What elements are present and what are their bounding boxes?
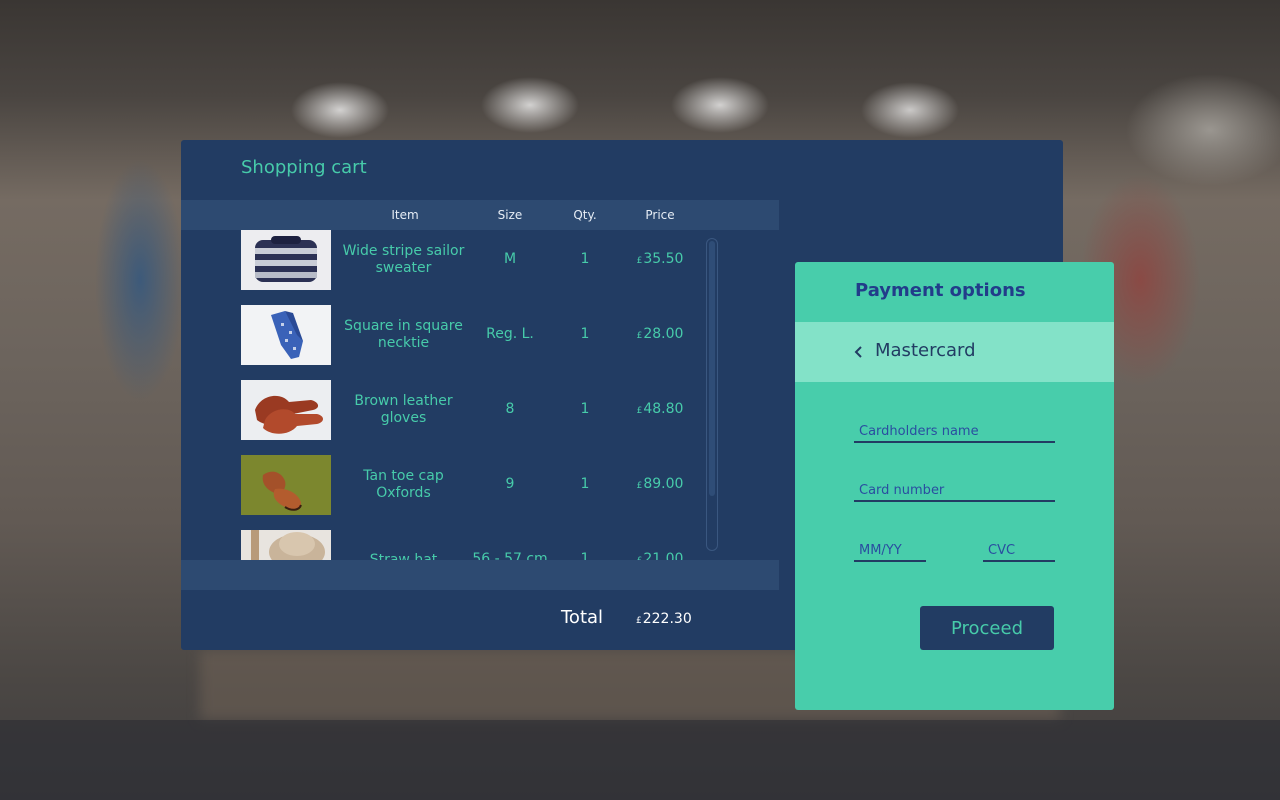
table-row[interactable]: Tan toe cap Oxfords 9 1 £89.00 [181,455,779,515]
item-size: 56 - 57 cm [472,551,548,560]
column-header-item: Item [391,208,419,222]
column-header-size: Size [497,208,523,222]
item-size: Reg. L. [486,326,534,342]
table-row[interactable]: Square in square necktie Reg. L. 1 £28.0… [181,305,779,365]
background-floor [0,720,1280,800]
item-size: 9 [505,476,515,492]
table-row[interactable]: Brown leather gloves 8 1 £48.80 [181,380,779,440]
product-image-hat [241,530,331,560]
item-name: Tan toe cap Oxfords [363,468,444,501]
total-value: £222.30 [636,611,692,627]
payment-options-panel: Payment options Mastercard Proceed [795,262,1114,710]
cardholder-name-field[interactable] [854,421,1055,443]
cart-scrollbar[interactable] [706,238,718,551]
cvc-field[interactable] [983,540,1055,562]
cart-table-footer [181,560,779,590]
cart-title: Shopping cart [241,157,367,178]
cart-scrollbar-thumb[interactable] [709,241,715,496]
column-header-qty: Qty. [573,208,597,222]
item-qty[interactable]: 1 [581,401,590,417]
item-price: £89.00 [636,476,684,492]
card-number-field[interactable] [854,480,1055,502]
payment-method-label: Mastercard [875,340,976,361]
table-row[interactable]: Straw hat 56 - 57 cm 1 £21.00 [181,530,779,560]
product-image-sweater [241,230,331,290]
item-price: £35.50 [636,251,684,267]
item-name: Square in square necktie [344,318,463,351]
item-price: £48.80 [636,401,684,417]
proceed-button[interactable]: Proceed [920,606,1054,650]
item-price: £28.00 [636,326,684,342]
product-image-necktie [241,305,331,365]
product-image-shoes [241,455,331,515]
payment-title: Payment options [855,280,1026,301]
cart-table-header: Item Size Qty. Price [181,200,779,230]
cart-items-list[interactable]: Wide stripe sailor sweater M 1 £35.50 Sq… [181,230,779,560]
item-qty[interactable]: 1 [581,326,590,342]
item-name: Wide stripe sailor sweater [342,243,465,276]
item-qty[interactable]: 1 [581,551,590,560]
item-name: Straw hat [369,551,438,561]
item-qty[interactable]: 1 [581,476,590,492]
expiry-date-field[interactable] [854,540,926,562]
total-label: Total [561,607,604,628]
item-size: 8 [505,401,515,417]
item-size: M [503,251,517,267]
item-price: £21.00 [637,551,684,560]
payment-method-selector[interactable]: Mastercard [795,322,1114,382]
chevron-left-icon[interactable] [851,344,867,360]
product-image-gloves [241,380,331,440]
item-qty[interactable]: 1 [581,251,590,267]
item-name: Brown leather gloves [354,393,453,426]
table-row[interactable]: Wide stripe sailor sweater M 1 £35.50 [181,230,779,290]
column-header-price: Price [645,208,675,222]
